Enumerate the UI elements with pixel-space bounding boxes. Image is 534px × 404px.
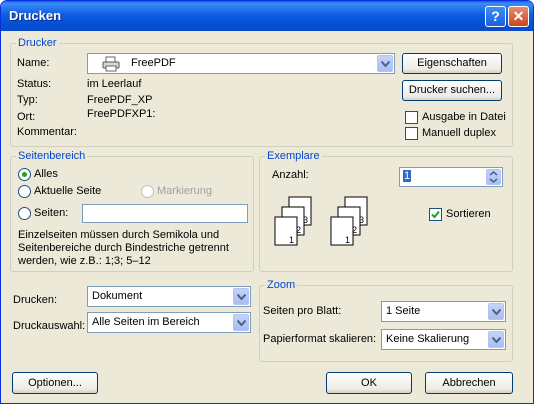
status-value: im Leerlauf	[87, 78, 142, 90]
print-selection-value: Alle Seiten im Bereich	[92, 316, 200, 328]
copies-count-label: Anzahl:	[272, 169, 309, 181]
print-to-file-label[interactable]: Ausgabe in Datei	[422, 111, 506, 123]
chevron-down-icon[interactable]	[233, 314, 249, 331]
page-range-hint-line2: Seitenbereiche durch Bindestriche getren…	[18, 242, 229, 254]
pages-input[interactable]	[82, 204, 248, 223]
manual-duplex-label[interactable]: Manuell duplex	[422, 127, 496, 139]
copies-group-title: Exemplare	[265, 150, 322, 162]
pages-per-sheet-select[interactable]: 1 Seite	[381, 301, 506, 322]
cancel-button[interactable]: Abbrechen	[425, 372, 513, 394]
current-page-radio[interactable]	[18, 185, 31, 198]
pages-label[interactable]: Seiten:	[34, 207, 68, 219]
spinner-icon[interactable]	[486, 169, 501, 185]
pages-per-sheet-value: 1 Seite	[386, 305, 421, 317]
help-button[interactable]: ?	[485, 6, 506, 27]
title-bar[interactable]: Drucken ? ✕	[1, 1, 533, 31]
collate-label[interactable]: Sortieren	[446, 208, 491, 220]
chevron-down-icon[interactable]	[377, 55, 393, 72]
print-to-file-checkbox[interactable]	[405, 111, 418, 124]
status-label: Status:	[17, 78, 52, 90]
scale-paper-value: Keine Skalierung	[386, 333, 470, 345]
type-value: FreePDF_XP	[87, 94, 153, 106]
collate-page-3b: 3	[359, 215, 365, 225]
print-selection-label: Druckauswahl:	[13, 320, 86, 332]
zoom-group-title: Zoom	[265, 279, 298, 291]
comment-label: Kommentar:	[17, 126, 77, 138]
pages-per-sheet-label: Seiten pro Blatt:	[263, 305, 342, 317]
radio-selected-dot	[22, 172, 27, 177]
scale-paper-select[interactable]: Keine Skalierung	[381, 329, 506, 350]
print-what-label: Drucken:	[13, 294, 58, 306]
collate-checkbox[interactable]	[429, 208, 442, 221]
print-what-select[interactable]: Dokument	[87, 286, 251, 307]
zoom-group: Zoom	[259, 279, 513, 362]
chevron-down-icon[interactable]	[488, 303, 504, 320]
chevron-down-icon[interactable]	[233, 288, 249, 305]
page-range-group-title: Seitenbereich	[16, 150, 88, 162]
type-label: Typ:	[17, 94, 38, 106]
collate-page-1b: 1	[345, 235, 351, 245]
collate-page-1a: 1	[289, 235, 295, 245]
print-what-value: Dokument	[92, 290, 143, 302]
chevron-down-icon[interactable]	[488, 331, 504, 348]
print-selection-select[interactable]: Alle Seiten im Bereich	[87, 312, 251, 333]
page-range-hint-line1: Einzelseiten müssen durch Semikola und	[18, 229, 220, 241]
collate-page-3a: 3	[303, 215, 309, 225]
print-dialog: Drucken ? ✕ Drucker Name: FreePDF Status…	[0, 0, 534, 404]
selection-radio	[141, 185, 154, 198]
selection-label: Markierung	[157, 185, 213, 197]
find-printer-button[interactable]: Drucker suchen...	[402, 80, 502, 101]
printer-name-select[interactable]: FreePDF	[87, 53, 395, 74]
pages-radio[interactable]	[18, 207, 31, 220]
page-range-hint-line3: werden, wie z.B.: 1;3; 5–12	[18, 255, 151, 267]
ok-button[interactable]: OK	[326, 372, 412, 394]
close-button[interactable]: ✕	[508, 6, 529, 27]
window-title: Drucken	[9, 8, 62, 23]
collate-page-2b: 2	[352, 225, 358, 235]
options-button[interactable]: Optionen...	[12, 372, 98, 394]
printer-name-value: FreePDF	[131, 57, 176, 69]
collate-illustration: 3 2 1 3 2 1	[273, 195, 373, 251]
scale-paper-label: Papierformat skalieren:	[263, 333, 377, 345]
collate-page-2a: 2	[296, 225, 302, 235]
printer-icon	[102, 56, 120, 75]
location-value: FreePDFXP1:	[87, 108, 156, 120]
current-page-label[interactable]: Aktuelle Seite	[34, 185, 101, 197]
copies-count-spinner[interactable]: 1	[399, 167, 503, 187]
all-pages-label[interactable]: Alles	[34, 168, 58, 180]
properties-button[interactable]: Eigenschaften	[402, 53, 502, 74]
printer-group-title: Drucker	[16, 37, 59, 49]
printer-name-label: Name:	[17, 57, 50, 69]
all-pages-radio[interactable]	[18, 168, 31, 181]
location-label: Ort:	[17, 111, 36, 123]
copies-count-value: 1	[403, 170, 412, 182]
manual-duplex-checkbox[interactable]	[405, 127, 418, 140]
check-icon	[431, 210, 440, 219]
